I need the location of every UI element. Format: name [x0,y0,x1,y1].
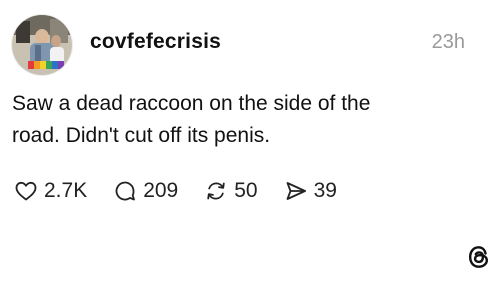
post-text: Saw a dead raccoon on the side of the ro… [12,88,482,152]
repost-button[interactable]: 50 [204,179,258,203]
reply-button[interactable]: 209 [113,179,178,203]
avatar-image [12,15,72,75]
share-count: 39 [313,179,337,202]
post-timestamp: 23h [431,31,465,53]
repost-arrows-icon [204,179,228,203]
speech-bubble-icon [113,179,137,203]
send-icon [284,179,308,203]
share-button[interactable]: 39 [284,179,337,203]
action-bar: 2.7K 209 50 39 [14,176,363,206]
threads-post: covfefecrisis 23h Saw a dead raccoon on … [0,0,502,284]
avatar[interactable] [12,15,72,75]
repost-count: 50 [234,179,258,202]
username[interactable]: covfefecrisis [90,30,221,54]
threads-logo-icon[interactable] [466,244,492,270]
post-text-line-2: road. Didn't cut off its penis. [12,124,271,147]
reply-count: 209 [143,179,179,202]
heart-icon [14,179,38,203]
like-button[interactable]: 2.7K [14,179,87,203]
post-text-line-1: Saw a dead raccoon on the side of the [12,92,371,115]
like-count: 2.7K [44,179,88,202]
